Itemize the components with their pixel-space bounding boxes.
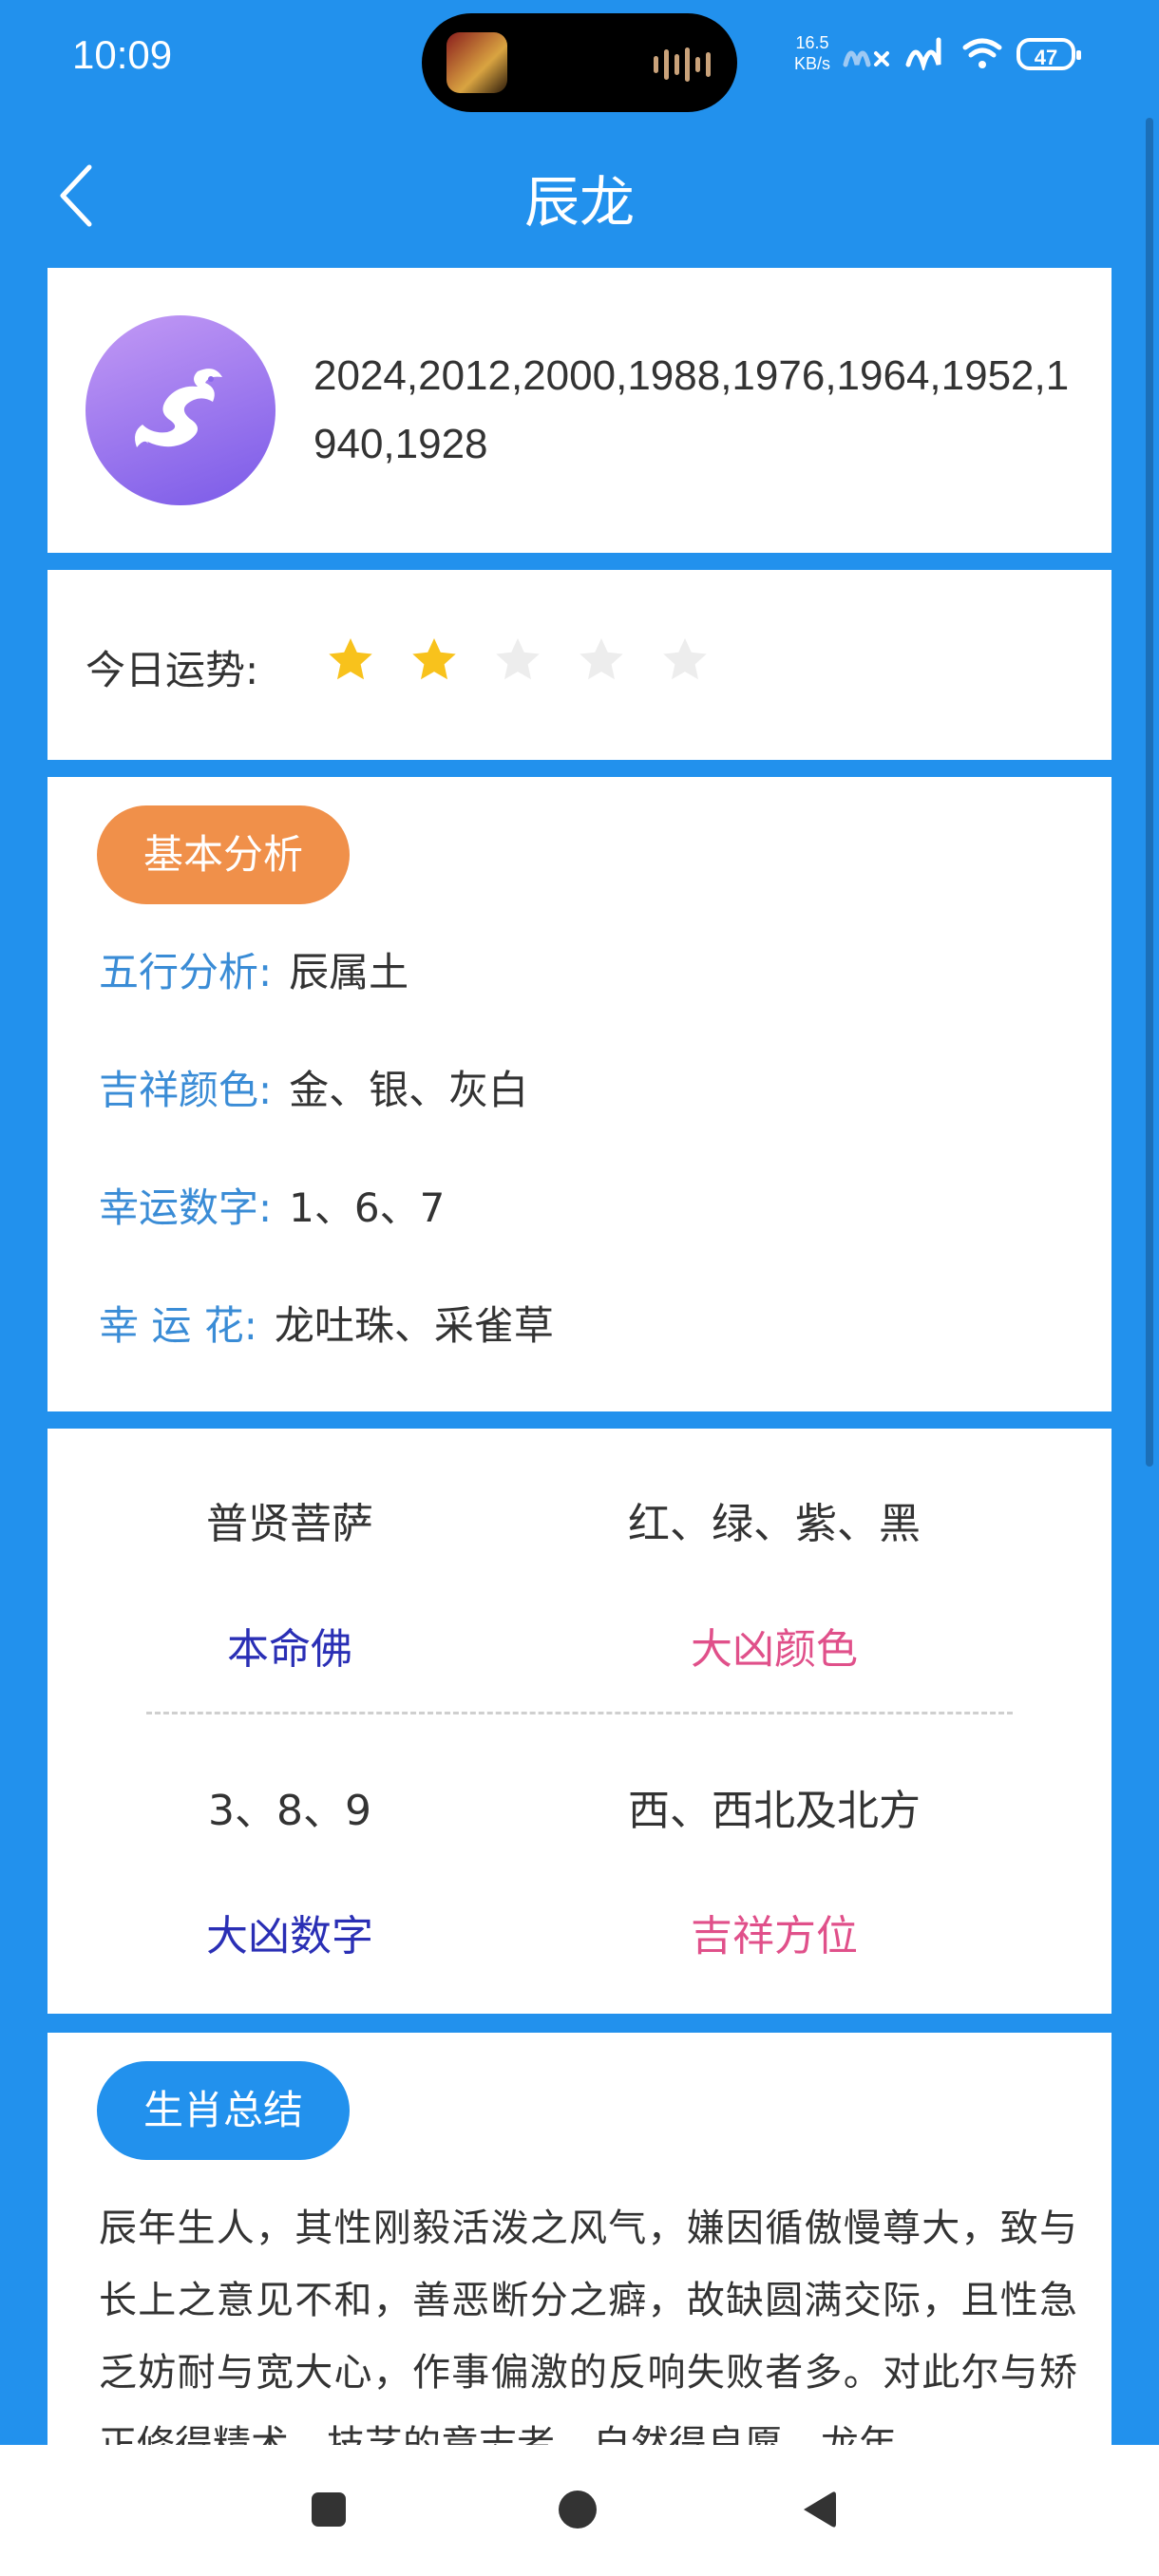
app-header: 辰龙 xyxy=(0,133,1159,256)
info-value: 1、6、7 xyxy=(289,1184,446,1231)
back-nav-button[interactable] xyxy=(796,2487,842,2532)
fortune-stars xyxy=(323,633,712,688)
fortune-card: 今日运势: xyxy=(48,570,1112,760)
recents-button[interactable] xyxy=(306,2487,352,2532)
grid-cell-key: 大凶数字 xyxy=(206,1912,373,1960)
triangle-left-icon xyxy=(804,2491,836,2528)
grid-cell-value: 红、绿、紫、黑 xyxy=(628,1500,921,1548)
circle-icon xyxy=(559,2491,597,2529)
signal-icon xyxy=(905,37,941,70)
system-nav-bar xyxy=(0,2445,1159,2576)
square-icon xyxy=(312,2492,346,2527)
grid-cell-lucky-direction: 西、西北及北方 吉祥方位 xyxy=(532,1776,1016,1962)
audio-wave-icon xyxy=(654,46,711,84)
media-app-icon[interactable] xyxy=(446,32,507,93)
dynamic-island[interactable] xyxy=(422,13,737,112)
network-speed: 16.5 KB/s xyxy=(794,32,830,74)
info-value: 龙吐珠、采雀草 xyxy=(274,1302,554,1349)
info-key: 幸运数字: xyxy=(99,1184,273,1231)
fortune-label: 今日运势: xyxy=(86,647,259,693)
summary-badge: 生肖总结 xyxy=(97,2061,350,2160)
summary-card: 生肖总结 辰年生人，其性刚毅活泼之风气，嫌因循傲慢尊大，致与长上之意见不和，善恶… xyxy=(48,2033,1112,2451)
info-value: 金、银、灰白 xyxy=(289,1067,529,1113)
zodiac-avatar xyxy=(86,315,276,505)
info-row-wuxing: 五行分析: 辰属土 xyxy=(99,940,408,998)
star-filled-icon xyxy=(329,638,372,680)
summary-text: 辰年生人，其性刚毅活泼之风气，嫌因循傲慢尊大，致与长上之意见不和，善恶断分之癖，… xyxy=(99,2207,1077,2451)
grid-cell-key: 大凶颜色 xyxy=(691,1625,858,1674)
info-row-lucky-number: 幸运数字: 1、6、7 xyxy=(99,1176,445,1234)
network-speed-unit: KB/s xyxy=(794,54,831,73)
grid-cell-key: 吉祥方位 xyxy=(691,1912,858,1960)
page-title: 辰龙 xyxy=(523,170,635,235)
dragon-icon xyxy=(135,369,222,447)
grid-cell-key: 本命佛 xyxy=(227,1625,352,1674)
signal-off-icon xyxy=(843,50,889,67)
zodiac-years: 2024,2012,2000,1988,1976,1964,1952,1940,… xyxy=(314,352,1070,467)
star-filled-icon xyxy=(412,638,456,680)
grid-cell-value: 3、8、9 xyxy=(208,1787,371,1835)
attributes-grid-card: 普贤菩萨 本命佛 红、绿、紫、黑 大凶颜色 3、8、9 大凶数字 西、西北及北方… xyxy=(48,1429,1112,2014)
zodiac-card: 2024,2012,2000,1988,1976,1964,1952,1940,… xyxy=(48,268,1112,553)
star-empty-icon xyxy=(496,638,540,680)
info-value: 辰属土 xyxy=(289,949,409,995)
basic-analysis-badge: 基本分析 xyxy=(97,805,350,904)
status-bar: 10:09 16.5 KB/s 47 xyxy=(0,0,1159,123)
status-time: 10:09 xyxy=(72,32,173,77)
system-icons xyxy=(842,36,1003,70)
info-key: 五行分析: xyxy=(99,949,273,995)
grid-cell-patron-buddha: 普贤菩萨 本命佛 xyxy=(48,1489,532,1676)
star-empty-icon xyxy=(663,638,707,680)
grid-cell-unlucky-color: 红、绿、紫、黑 大凶颜色 xyxy=(532,1489,1016,1676)
info-key: 吉祥颜色: xyxy=(99,1067,273,1113)
info-row-lucky-flower: 幸 运 花: 龙吐珠、采雀草 xyxy=(99,1294,554,1352)
info-row-lucky-color: 吉祥颜色: 金、银、灰白 xyxy=(99,1058,528,1116)
grid-cell-value: 西、西北及北方 xyxy=(628,1787,921,1835)
battery-icon: 47 xyxy=(1016,38,1081,70)
dashed-divider xyxy=(146,1712,1013,1714)
wifi-icon xyxy=(962,38,1002,68)
basic-analysis-card: 基本分析 五行分析: 辰属土 吉祥颜色: 金、银、灰白 幸运数字: 1、6、7 … xyxy=(48,777,1112,1411)
network-speed-value: 16.5 xyxy=(795,33,829,52)
grid-cell-value: 普贤菩萨 xyxy=(206,1500,373,1548)
home-button[interactable] xyxy=(555,2487,600,2532)
info-key: 幸 运 花: xyxy=(99,1302,257,1349)
star-empty-icon xyxy=(580,638,623,680)
grid-cell-unlucky-number: 3、8、9 大凶数字 xyxy=(48,1776,532,1962)
scrollbar[interactable] xyxy=(1146,118,1153,1467)
